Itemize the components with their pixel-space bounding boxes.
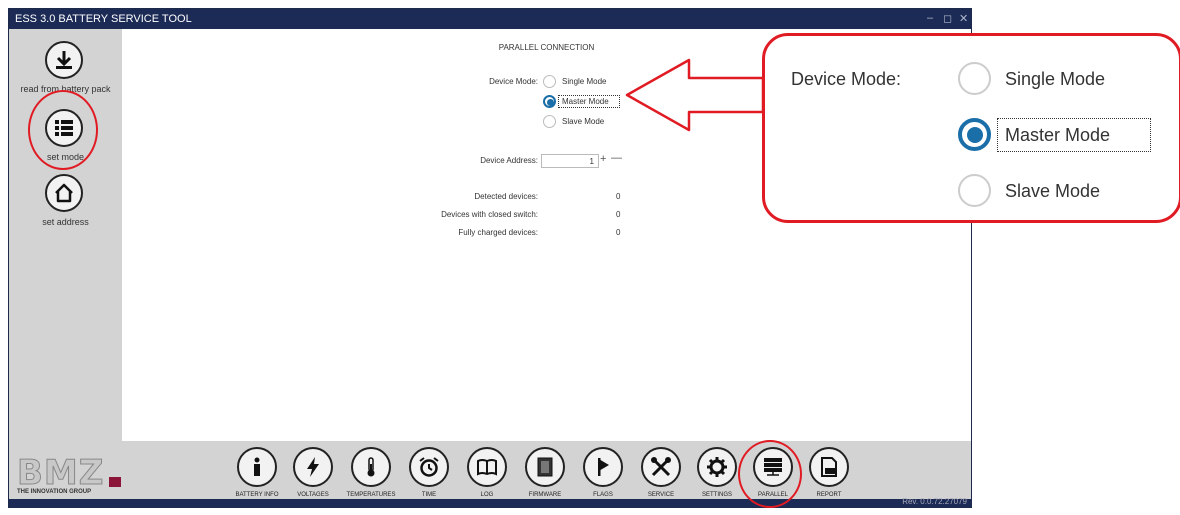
toolbar-settings-button[interactable] xyxy=(697,447,737,487)
bottom-toolbar: BMZ THE INNOVATION GROUP BATTERY INFO VO… xyxy=(9,441,971,501)
lightning-icon xyxy=(307,457,319,477)
book-icon xyxy=(477,459,497,476)
slave-mode-label: Slave Mode xyxy=(562,117,605,126)
sidebar-item-set-address-label: set address xyxy=(42,217,89,227)
toolbar-label-firmware: FIRMWARE xyxy=(528,492,562,498)
device-mode-label: Device Mode: xyxy=(489,77,538,86)
stat-value-closed-switch: 0 xyxy=(616,210,621,219)
download-icon xyxy=(56,51,72,69)
version-text: Rev. 0.0.72.27079 xyxy=(902,497,967,506)
zoom-single-mode-label: Single Mode xyxy=(1005,69,1106,89)
logo-text: BMZ xyxy=(16,453,105,494)
status-bar: Rev. 0.0.72.27079 xyxy=(9,497,971,507)
tools-icon xyxy=(651,457,671,477)
zoom-device-mode-label: Device Mode: xyxy=(791,69,902,89)
decrement-button[interactable]: — xyxy=(611,152,622,164)
toolbar-label-settings: SETTINGS xyxy=(701,492,732,498)
zoom-master-mode-radio xyxy=(958,118,991,151)
toolbar-time-button[interactable] xyxy=(409,447,449,487)
toolbar-temperatures-button[interactable] xyxy=(351,447,391,487)
set-address-button[interactable] xyxy=(45,174,83,212)
stat-label-detected: Detected devices: xyxy=(474,192,538,201)
slave-mode-radio[interactable] xyxy=(543,115,556,128)
zoomed-detail-callout: Device Mode: Single Mode Master Mode Sla… xyxy=(762,33,1180,223)
pdf-icon xyxy=(821,457,837,477)
toolbar-battery-info-button[interactable] xyxy=(237,447,277,487)
toolbar-voltages-button[interactable] xyxy=(293,447,333,487)
title-bar: ESS 3.0 BATTERY SERVICE TOOL ‒ ◻ ✕ xyxy=(9,9,971,29)
stat-label-fully-charged: Fully charged devices: xyxy=(458,228,538,237)
stat-value-detected: 0 xyxy=(616,192,621,201)
annotation-circle-set-mode xyxy=(28,90,98,170)
toolbar-label-voltages: VOLTAGES xyxy=(297,492,329,498)
master-mode-radio[interactable] xyxy=(543,95,556,108)
single-mode-radio[interactable] xyxy=(543,75,556,88)
home-icon xyxy=(55,183,73,203)
window-title: ESS 3.0 BATTERY SERVICE TOOL xyxy=(15,13,192,25)
alarm-clock-icon xyxy=(419,457,439,477)
toolbar-label-report: REPORT xyxy=(816,492,842,498)
logo-square xyxy=(109,477,121,487)
zoom-slave-mode-radio xyxy=(958,174,991,207)
close-button[interactable]: ✕ xyxy=(959,12,968,25)
toolbar-label-flags: FLAGS xyxy=(593,492,613,498)
chip-icon xyxy=(537,457,553,477)
toolbar-label-time: TIME xyxy=(421,492,437,498)
toolbar-flags-button[interactable] xyxy=(583,447,623,487)
flag-icon xyxy=(598,458,609,476)
toolbar-label-temperatures: TEMPERATURES xyxy=(346,492,396,498)
toolbar-label-battery-info: BATTERY INFO xyxy=(235,492,279,498)
screenshot-stage: ESS 3.0 BATTERY SERVICE TOOL ‒ ◻ ✕ read … xyxy=(0,0,1180,515)
logo-tagline: THE INNOVATION GROUP xyxy=(17,489,92,495)
gear-icon xyxy=(707,457,727,477)
minimize-button[interactable]: ‒ xyxy=(927,12,933,24)
read-from-battery-pack-button[interactable] xyxy=(45,41,83,79)
master-mode-label: Master Mode xyxy=(562,97,609,106)
device-address-field[interactable]: 1 xyxy=(541,154,599,168)
bmz-logo: BMZ THE INNOVATION GROUP xyxy=(16,453,121,495)
zoom-slave-mode-label: Slave Mode xyxy=(1005,181,1101,201)
annotation-circle-parallel xyxy=(738,440,802,508)
toolbar-report-button[interactable] xyxy=(809,447,849,487)
zoom-master-mode-label: Master Mode xyxy=(1005,125,1111,145)
single-mode-label: Single Mode xyxy=(562,77,607,86)
maximize-button[interactable]: ◻ xyxy=(943,12,952,25)
toolbar-label-log: LOG xyxy=(480,492,494,498)
stat-value-fully-charged: 0 xyxy=(616,228,621,237)
toolbar-service-button[interactable] xyxy=(641,447,681,487)
stat-label-closed-switch: Devices with closed switch: xyxy=(441,210,538,219)
increment-button[interactable]: + xyxy=(600,153,606,165)
zoom-single-mode-radio xyxy=(958,62,991,95)
device-address-label: Device Address: xyxy=(480,156,538,165)
toolbar-log-button[interactable] xyxy=(467,447,507,487)
toolbar-label-service: SERVICE xyxy=(647,492,675,498)
info-icon xyxy=(254,457,260,476)
toolbar-firmware-button[interactable] xyxy=(525,447,565,487)
thermometer-icon xyxy=(367,457,375,477)
annotation-arrow xyxy=(625,58,765,132)
